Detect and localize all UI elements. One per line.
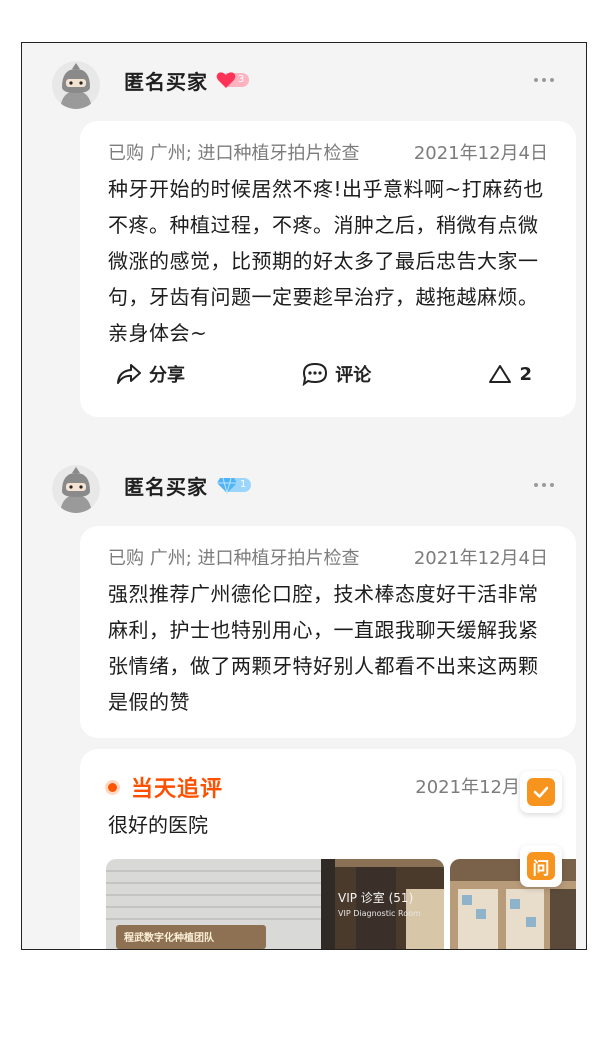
review-text: 种牙开始的时候居然不疼!出乎意料啊~打麻药也不疼。种植过程，不疼。消肿之后，稍微… [108, 177, 544, 345]
review-item: 匿名买家 1 已购 广州; 进口种植牙拍片检查 2021年12月4日 强烈推荐广… [22, 443, 586, 949]
ask-icon: 问 [527, 852, 555, 880]
reviewer-header: 匿名买家 1 [124, 470, 252, 500]
favorite-float-button[interactable] [520, 771, 562, 813]
like-count: 2 [519, 363, 532, 385]
purchase-info: 已购 广州; 进口种植牙拍片检查 [108, 548, 360, 569]
like-button[interactable]: 2 [488, 363, 532, 385]
share-button[interactable]: 分享 [116, 361, 185, 387]
review-date: 2021年12月4日 [413, 143, 548, 164]
followup-date: 2021年12月 [415, 777, 520, 798]
comment-label: 评论 [335, 365, 372, 386]
action-bar: 分享 评论 2 [116, 361, 532, 387]
level-badge: 1 [216, 476, 252, 494]
purchase-info: 已购 广州; 进口种植牙拍片检查 [108, 143, 360, 164]
level-badge: 3 [216, 71, 250, 89]
review-photo[interactable]: 程武数字化种植团队 VIP 诊室 (51) VIP Diagnostic Roo… [106, 859, 444, 949]
review-card: 已购 广州; 进口种植牙拍片检查 2021年12月4日 种牙开始的时候居然不疼!… [80, 121, 576, 417]
comment-icon [302, 362, 328, 386]
share-label: 分享 [149, 365, 185, 386]
username: 匿名买家 [124, 474, 208, 499]
more-options-icon[interactable] [534, 78, 554, 82]
avatar[interactable] [52, 61, 100, 109]
review-meta: 已购 广州; 进口种植牙拍片检查 2021年12月4日 [108, 139, 548, 165]
anonymous-avatar-icon [52, 61, 100, 109]
avatar[interactable] [52, 465, 100, 513]
diamond-icon [217, 477, 237, 494]
followup-label: 当天追评 [131, 777, 224, 802]
review-item: 匿名买家 3 已购 广州; 进口种植牙拍片检查 2021年12月4日 种牙开始的… [22, 43, 586, 443]
followup-text: 很好的医院 [108, 813, 208, 837]
followup-dot [108, 782, 117, 792]
more-options-icon[interactable] [534, 483, 554, 487]
ask-float-button[interactable]: 问 [520, 845, 562, 887]
check-clipboard-icon [527, 778, 555, 806]
anonymous-avatar-icon [52, 465, 100, 513]
username: 匿名买家 [124, 69, 208, 94]
followup-header: 当天追评 [108, 771, 223, 803]
photo-sign-subtext: VIP Diagnostic Room [338, 909, 421, 918]
review-date: 2021年12月4日 [413, 548, 548, 569]
like-icon [489, 365, 512, 383]
heart-icon [216, 72, 236, 88]
review-card: 已购 广州; 进口种植牙拍片检查 2021年12月4日 强烈推荐广州德伦口腔，技… [80, 526, 576, 738]
share-icon [117, 364, 141, 384]
review-text: 强烈推荐广州德伦口腔，技术棒态度好干活非常麻利，护士也特别用心，一直跟我聊天缓解… [108, 582, 539, 714]
followup-card: 当天追评 2021年12月 很好的医院 程武数字化种植团队 VIP 诊室 (51… [80, 749, 576, 949]
photo-sign-text: 程武数字化种植团队 [124, 933, 214, 944]
review-meta: 已购 广州; 进口种植牙拍片检查 2021年12月4日 [108, 544, 548, 570]
reviewer-header: 匿名买家 3 [124, 65, 250, 95]
review-list: 匿名买家 3 已购 广州; 进口种植牙拍片检查 2021年12月4日 种牙开始的… [21, 42, 587, 950]
comment-button[interactable]: 评论 [302, 361, 371, 387]
photo-sign-text: VIP 诊室 (51) [338, 891, 414, 905]
